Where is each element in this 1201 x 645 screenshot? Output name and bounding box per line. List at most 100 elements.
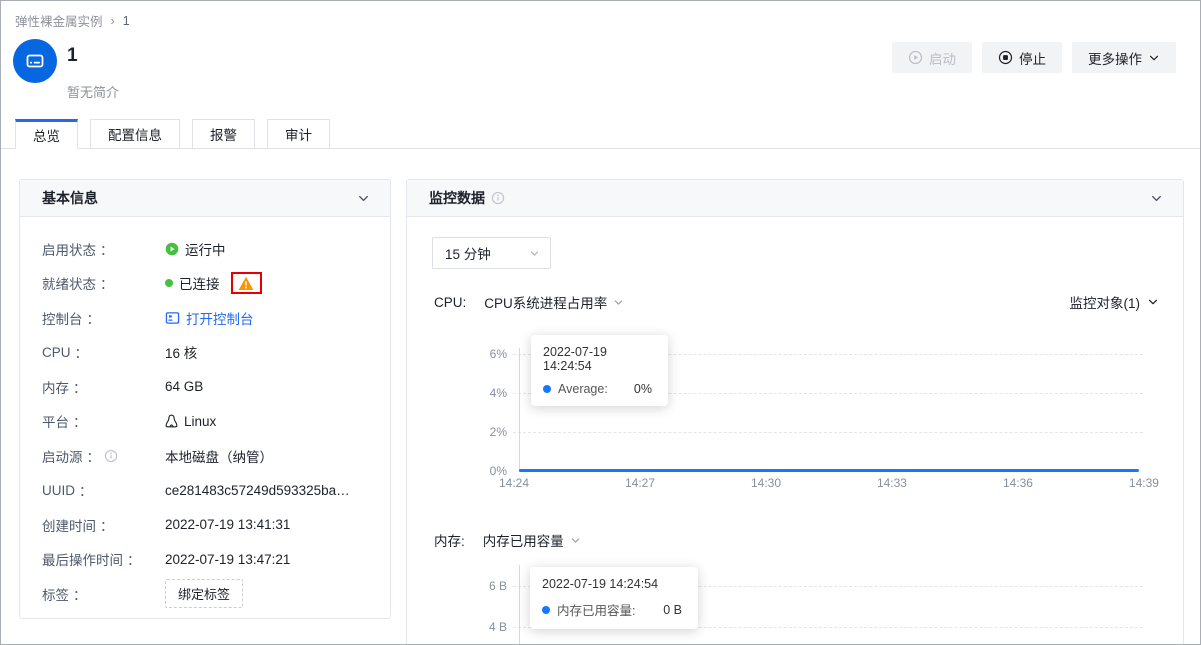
memory-tooltip-time: 2022-07-19 14:24:54 [542, 577, 686, 591]
uuid-value: ce281483c57249d593325ba… [165, 483, 350, 498]
stop-button[interactable]: 停止 [982, 42, 1062, 73]
label-colon: ： [100, 239, 114, 259]
cpu-label: CPU [42, 345, 71, 360]
basic-info-title: 基本信息 [42, 188, 98, 208]
memory-label: 内存 [42, 377, 69, 397]
server-icon [23, 49, 47, 73]
cpu-x-axis-labels: 14:24 14:27 14:30 14:33 14:36 14:39 [499, 476, 1159, 490]
cpu-tooltip: 2022-07-19 14:24:54 Average: 0% [531, 335, 668, 406]
info-row-last-op-time: 最后操作时间： 2022-07-19 13:47:21 [42, 548, 368, 571]
chevron-down-icon[interactable] [357, 192, 370, 205]
enable-status-label: 启用状态 [42, 239, 96, 259]
memory-ytick-6: 6 B [463, 579, 507, 593]
page-title: 1 [67, 45, 78, 67]
monitor-target-select[interactable]: 监控对象(1) [1070, 292, 1160, 312]
action-bar: 启动 停止 更多操作 [892, 42, 1176, 73]
label-colon: ： [100, 515, 114, 535]
tab-config-info[interactable]: 配置信息 [90, 119, 180, 149]
info-row-boot-source: 启动源： 本地磁盘（纳管） [42, 444, 368, 467]
monitoring-header: 监控数据 [407, 180, 1183, 217]
monitoring-panel: 监控数据 15 分钟 CPU: CPU系统进程占用率 [406, 179, 1184, 645]
more-actions-button[interactable]: 更多操作 [1072, 42, 1176, 73]
open-console-label: 打开控制台 [186, 308, 254, 328]
memory-ytick-4: 4 B [463, 620, 507, 634]
tab-audit[interactable]: 审计 [267, 119, 330, 149]
chevron-down-icon[interactable] [1150, 192, 1163, 205]
memory-group-label: 内存: [434, 530, 465, 550]
series-dot-icon [542, 606, 550, 614]
cpu-tooltip-time: 2022-07-19 14:24:54 [543, 345, 656, 373]
info-row-enable-status: 启用状态： 运行中 [42, 237, 368, 260]
label-colon: ： [87, 446, 101, 466]
instance-avatar [13, 39, 57, 83]
chevron-down-icon [529, 248, 540, 259]
stop-button-label: 停止 [1019, 48, 1046, 68]
breadcrumb-current: 1 [123, 14, 130, 28]
memory-metric-select[interactable]: 内存已用容量 [483, 530, 581, 550]
ready-status-value: 已连接 [179, 273, 220, 293]
cpu-xtick: 14:39 [1129, 476, 1159, 490]
info-row-tags: 标签： 绑定标签 [42, 582, 368, 605]
chevron-down-icon [613, 297, 624, 308]
cpu-metric-title: CPU系统进程占用率 [484, 292, 607, 312]
basic-info-panel: 基本信息 启用状态： 运行中 就绪状态： 已连接 [19, 179, 391, 619]
tux-linux-icon [165, 414, 178, 429]
info-row-cpu: CPU ： 16 核 [42, 341, 368, 364]
open-console-link[interactable]: 打开控制台 [165, 308, 254, 328]
label-colon: ： [75, 342, 89, 362]
info-row-console: 控制台： 打开控制台 [42, 306, 368, 329]
series-dot-icon [543, 385, 551, 393]
info-row-platform: 平台： Linux [42, 410, 368, 433]
memory-value: 64 GB [165, 379, 203, 394]
label-colon: ： [73, 411, 87, 431]
page-subtitle: 暂无简介 [67, 82, 119, 101]
label-colon: ： [87, 308, 101, 328]
breadcrumb-separator-icon: › [111, 14, 115, 28]
cpu-y-axis [519, 348, 520, 472]
gridline [513, 432, 1143, 433]
chevron-down-icon [1148, 52, 1160, 64]
cpu-tooltip-label: Average: [558, 382, 627, 396]
red-annotation-box [231, 272, 262, 294]
create-time-value: 2022-07-19 13:41:31 [165, 517, 290, 532]
memory-metric-title: 内存已用容量 [483, 530, 564, 550]
info-circle-icon[interactable] [491, 191, 505, 205]
bind-tag-button[interactable]: 绑定标签 [165, 579, 243, 608]
breadcrumb-root[interactable]: 弹性裸金属实例 [15, 11, 103, 30]
memory-tooltip-label: 内存已用容量: [557, 600, 656, 619]
platform-value: Linux [184, 414, 216, 429]
tab-overview[interactable]: 总览 [15, 119, 78, 149]
more-actions-label: 更多操作 [1088, 48, 1142, 68]
cpu-value: 16 核 [165, 342, 197, 362]
label-colon: ： [79, 480, 93, 500]
cpu-metric-select[interactable]: CPU系统进程占用率 [484, 292, 624, 312]
tab-audit-label: 审计 [285, 124, 312, 144]
last-op-time-label: 最后操作时间 [42, 549, 123, 569]
cpu-group-label: CPU: [434, 295, 466, 310]
label-colon: ： [127, 549, 141, 569]
memory-y-axis [519, 565, 520, 645]
cpu-xtick: 14:24 [499, 476, 529, 490]
monitoring-title: 监控数据 [429, 188, 485, 208]
cpu-xtick: 14:27 [625, 476, 655, 490]
ready-status-label: 就绪状态 [42, 273, 96, 293]
label-colon: ： [73, 584, 87, 604]
info-circle-icon[interactable] [104, 449, 118, 463]
basic-info-list: 启用状态： 运行中 就绪状态： 已连接 [20, 217, 390, 605]
time-range-select[interactable]: 15 分钟 [432, 237, 551, 269]
running-status-icon [165, 242, 179, 256]
start-button[interactable]: 启动 [892, 42, 972, 73]
tab-alarm[interactable]: 报警 [192, 119, 255, 149]
label-colon: ： [100, 273, 114, 293]
warning-triangle-icon[interactable] [238, 276, 254, 291]
tab-overview-label: 总览 [33, 125, 60, 145]
cpu-xtick: 14:33 [877, 476, 907, 490]
label-colon: ： [73, 377, 87, 397]
tab-config-info-label: 配置信息 [108, 124, 162, 144]
cpu-series-line [519, 469, 1139, 472]
info-row-uuid: UUID： ce281483c57249d593325ba… [42, 479, 368, 502]
create-time-label: 创建时间 [42, 515, 96, 535]
console-label: 控制台 [42, 308, 83, 328]
cpu-ytick-6: 6% [463, 347, 507, 361]
basic-info-header: 基本信息 [20, 180, 390, 217]
